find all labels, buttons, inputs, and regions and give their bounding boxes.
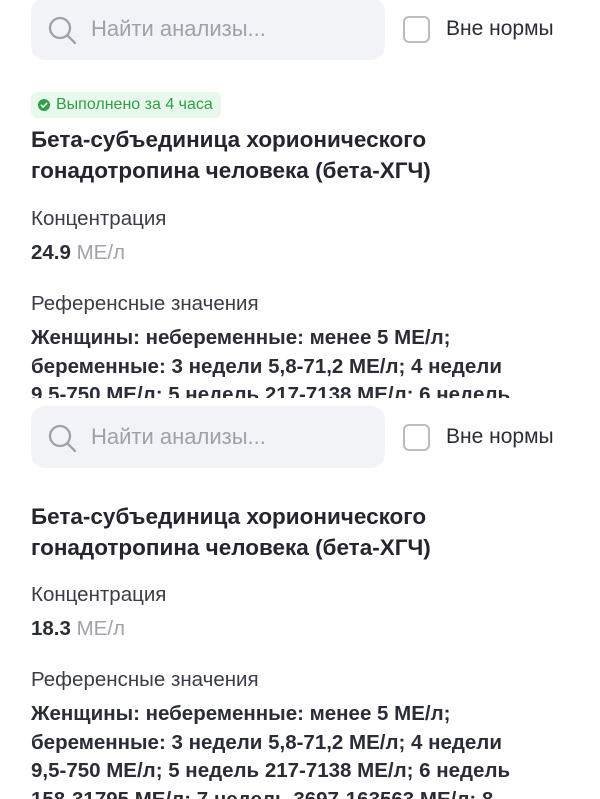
reference-line: 9,5-750 МЕ/л; 5 недель 217-7138 МЕ/л; 6 … — [31, 383, 511, 398]
reference-line: беременные: 3 недели 5,8-71,2 МЕ/л; 4 не… — [31, 730, 502, 754]
out-of-range-label: Вне нормы — [446, 17, 554, 40]
concentration-label: Концентрация — [31, 207, 167, 230]
reference-label: Референсные значения — [31, 292, 259, 315]
test-name-line2: гонадотропина человека (бета-ХГЧ) — [31, 158, 431, 183]
out-of-range-checkbox[interactable] — [403, 15, 430, 43]
value-unit: МЕ/л — [76, 617, 126, 640]
check-circle-icon — [38, 99, 50, 111]
value-unit: МЕ/л — [76, 241, 126, 264]
concentration-value: 18.3 МЕ/л — [31, 615, 125, 643]
search-field[interactable] — [31, 406, 385, 468]
result-panel-2: Вне нормы Бета-субъединица хорионическог… — [0, 398, 600, 799]
search-input[interactable] — [91, 406, 371, 468]
test-name-line2: гонадотропина человека (бета-ХГЧ) — [31, 535, 431, 560]
value-number: 18.3 — [31, 617, 71, 640]
value-number: 24.9 — [31, 241, 71, 264]
result-panel-1: Вне нормы Выполнено за 4 часа Бета-субъе… — [0, 0, 600, 398]
status-text: Выполнено за 4 часа — [56, 96, 213, 113]
reference-line: Женщины: небеременные: менее 5 МЕ/л; — [31, 702, 451, 725]
out-of-range-filter[interactable]: Вне нормы — [403, 406, 554, 468]
test-name-line1: Бета-субъединица хорионического — [31, 504, 427, 529]
concentration-value: 24.9 МЕ/л — [31, 239, 125, 267]
result-card[interactable]: Выполнено за 4 часа Бета-субъединица хор… — [31, 92, 576, 398]
search-field[interactable] — [31, 0, 385, 60]
status-badge: Выполнено за 4 часа — [31, 92, 221, 118]
search-bar: Вне нормы — [0, 406, 600, 468]
search-icon — [48, 16, 77, 45]
out-of-range-filter[interactable]: Вне нормы — [403, 0, 554, 60]
reference-line: Женщины: небеременные: менее 5 МЕ/л; — [31, 326, 451, 349]
out-of-range-label: Вне нормы — [446, 425, 554, 448]
search-icon — [48, 424, 77, 453]
reference-values: Женщины: небеременные: менее 5 МЕ/л; бер… — [31, 700, 576, 799]
out-of-range-checkbox[interactable] — [403, 423, 430, 451]
reference-line: 158-31795 МЕ/л; 7 недель 3697-163563 МЕ/… — [31, 787, 494, 799]
test-name-line1: Бета-субъединица хорионического — [31, 127, 427, 152]
search-input[interactable] — [91, 0, 371, 60]
reference-values: Женщины: небеременные: менее 5 МЕ/л; бер… — [31, 324, 576, 398]
search-bar: Вне нормы — [0, 0, 600, 60]
concentration-label: Концентрация — [31, 583, 167, 606]
reference-line: 9,5-750 МЕ/л; 5 недель 217-7138 МЕ/л; 6 … — [31, 759, 511, 782]
reference-label: Референсные значения — [31, 668, 259, 691]
reference-line: беременные: 3 недели 5,8-71,2 МЕ/л; 4 не… — [31, 354, 502, 378]
